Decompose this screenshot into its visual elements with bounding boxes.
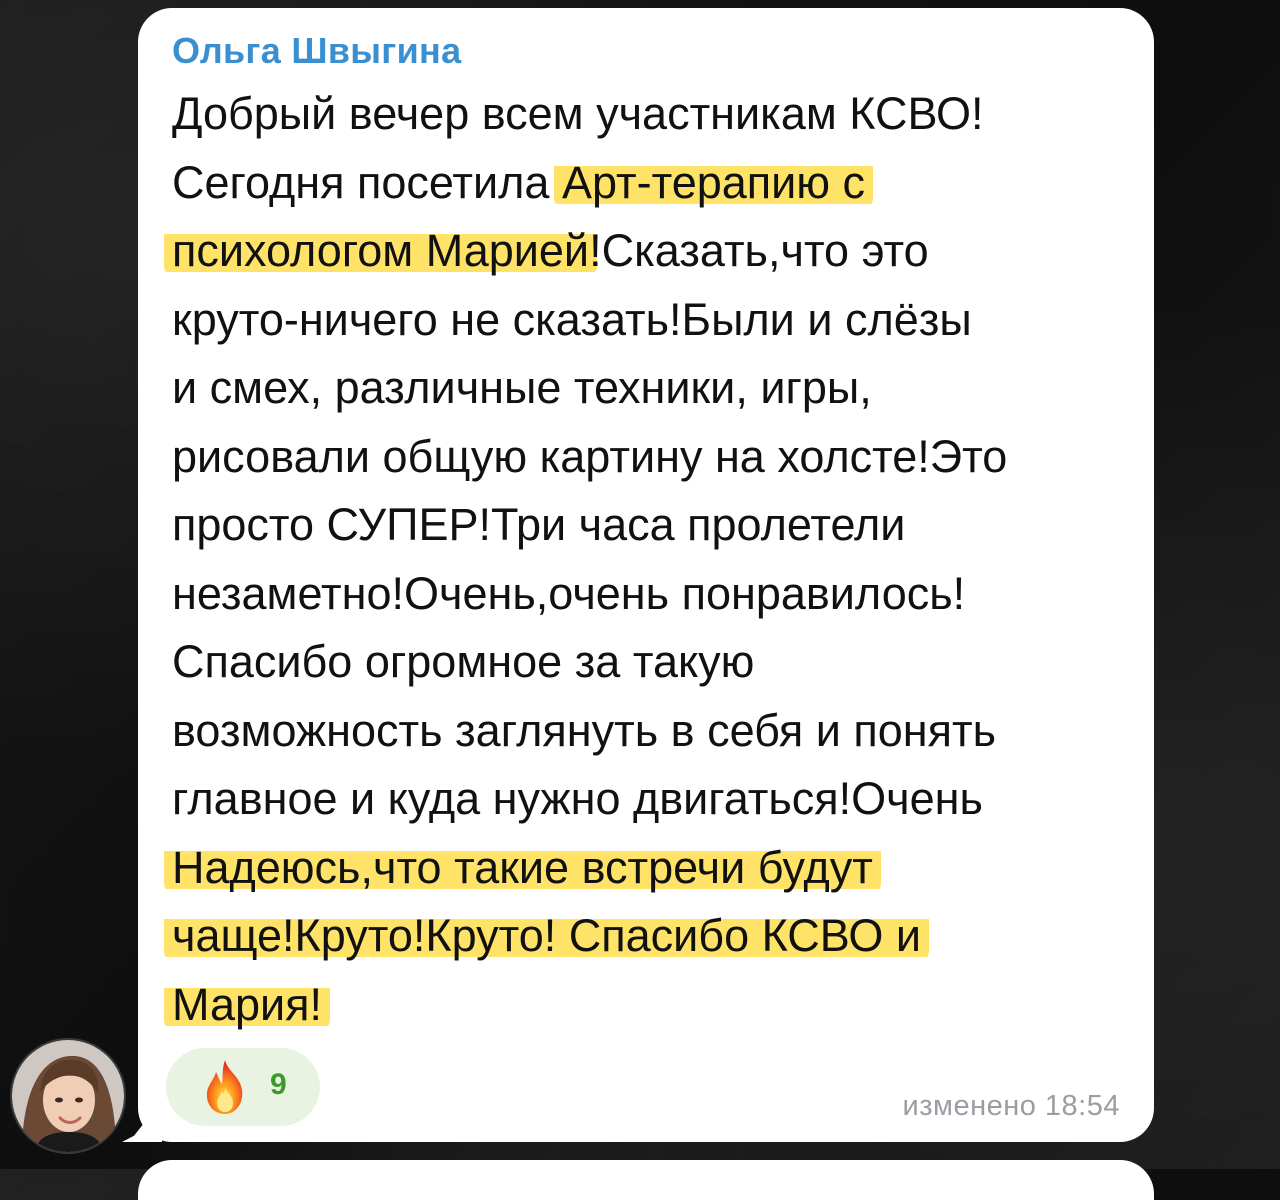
text-segment: главное и куда нужно двигаться!Очень <box>172 773 983 824</box>
text-segment: Спасибо огромное за такую <box>172 636 755 687</box>
avatar-image <box>12 1040 124 1152</box>
message-line: и смех, различные техники, игры, <box>172 354 1132 423</box>
text-segment: просто СУПЕР!Три часа пролетели <box>172 499 906 550</box>
next-message-bubble <box>138 1160 1154 1200</box>
message-line: просто СУПЕР!Три часа пролетели <box>172 491 1132 560</box>
highlighted-text: Надеюсь,что такие встречи будут <box>164 841 881 893</box>
message-line: возможность заглянуть в себя и понять <box>172 697 1132 766</box>
message-line: психологом Марией!Сказать,что это <box>164 217 1132 286</box>
message-line: Мария! <box>164 971 1132 1040</box>
sender-name[interactable]: Ольга Швыгина <box>172 30 461 72</box>
text-segment: круто-ничего не сказать!Были и слёзы <box>172 293 972 345</box>
message-text: Добрый вечер всем участникам КСВО! Сегод… <box>164 80 1132 1040</box>
text-segment: возможность заглянуть в себя и понять <box>172 704 997 756</box>
text-segment: !Сказать,что это <box>589 225 929 276</box>
highlighted-text: психологом Марией <box>164 225 598 276</box>
message-line: Спасибо огромное за такую <box>172 628 1132 697</box>
message-line: чаще!Круто!Круто! Спасибо КСВО и <box>164 902 1132 971</box>
text-segment: незаметно!Очень,очень понравилось! <box>172 567 966 619</box>
message-bubble[interactable]: Ольга Швыгина Добрый вечер всем участник… <box>138 8 1154 1142</box>
text-segment: рисовали общую картину на холсте!Это <box>172 430 1008 482</box>
text-segment: Сегодня посетила <box>172 156 562 208</box>
message-line: рисовали общую картину на холсте!Это <box>172 423 1132 492</box>
avatar[interactable] <box>10 1038 126 1154</box>
reaction-button[interactable]: 9 <box>166 1048 320 1126</box>
message-line: Надеюсь,что такие встречи будут <box>164 834 1132 903</box>
highlighted-text: Мария! <box>164 978 331 1030</box>
fire-icon <box>206 1060 243 1114</box>
message-line: незаметно!Очень,очень понравилось! <box>172 560 1132 629</box>
message-status: изменено 18:54 <box>902 1090 1120 1122</box>
text-segment: и смех, различные техники, игры, <box>172 362 872 413</box>
message-line: главное и куда нужно двигаться!Очень <box>172 765 1132 834</box>
highlighted-text: чаще!Круто!Круто! Спасибо КСВО и <box>164 910 929 961</box>
highlighted-text: Арт-терапию с <box>553 156 874 208</box>
message-line: Добрый вечер всем участникам КСВО! <box>172 80 1132 149</box>
text-segment: Добрый вечер всем участникам КСВО! <box>172 88 984 139</box>
message-line: круто-ничего не сказать!Были и слёзы <box>172 286 1132 355</box>
reaction-count: 9 <box>270 1068 287 1101</box>
message-line: Сегодня посетила Арт-терапию с <box>172 149 1132 218</box>
